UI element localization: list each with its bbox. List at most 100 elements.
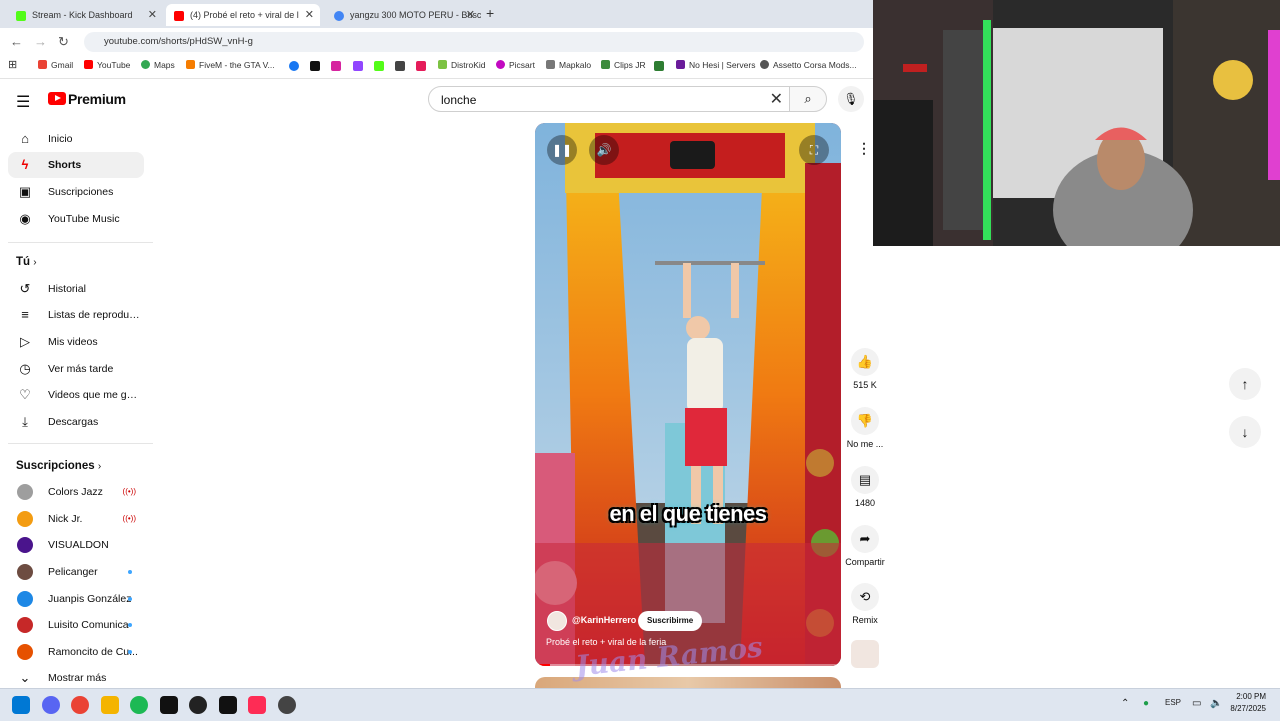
subscriptions-section-heading[interactable]: Suscripciones › — [16, 460, 101, 472]
new-tab-button[interactable]: + — [486, 5, 494, 21]
twitch-icon[interactable] — [353, 61, 363, 71]
you-section-heading[interactable]: Tú › — [16, 256, 37, 268]
avatar — [17, 591, 33, 607]
clear-search-icon[interactable]: ✕ — [770, 89, 783, 109]
subscription-visualdon[interactable]: VISUALDON — [8, 532, 144, 558]
close-tab-icon[interactable]: ✕ — [466, 4, 475, 26]
file-explorer-icon[interactable] — [101, 696, 119, 714]
avatar[interactable] — [547, 611, 567, 631]
start-icon[interactable] — [12, 696, 30, 714]
new-content-dot — [128, 597, 132, 601]
bookmark-picsart[interactable]: Picsart — [496, 60, 535, 70]
remix-button[interactable]: ⟲ Remix — [845, 583, 885, 625]
bookmark-gmail[interactable]: Gmail — [38, 60, 73, 70]
remix-label: Remix — [852, 615, 878, 625]
sidebar-item-label: Inicio — [48, 133, 73, 145]
share-button[interactable]: ➦ Compartir — [845, 525, 885, 567]
sidebar-item-suscripciones[interactable]: ▣ Suscripciones — [8, 179, 144, 205]
channel-name: Juanpis González — [48, 593, 132, 605]
comments-button[interactable]: ▤ 1480 — [845, 466, 885, 508]
bookmark-clips-jr[interactable]: Clips JR — [601, 60, 646, 70]
subscription-juanpis-gonzalez[interactable]: Juanpis González — [8, 586, 144, 612]
bookmark-fivem[interactable]: FiveM - the GTA V... — [186, 60, 275, 70]
kick-bookmark-icon[interactable] — [374, 61, 384, 71]
sidebar-item-liked-videos[interactable]: ♡ Videos que me gus... — [8, 382, 144, 408]
search-button[interactable]: ⌕ — [789, 86, 827, 112]
browser-tab-google[interactable]: yangzu 300 MOTO PERU - Busc ✕ — [326, 4, 481, 26]
display-icon[interactable]: ▭ — [1192, 698, 1201, 709]
subscribe-button[interactable]: Suscribirme — [638, 611, 703, 631]
shorts-video-player[interactable]: ❚❚ 🔊 ⛶ en el que tienes @KarinHerrero Su… — [535, 123, 841, 666]
channel-handle[interactable]: @KarinHerrero — [572, 615, 636, 625]
back-icon[interactable]: ← — [10, 34, 23, 49]
bookmark-app-icon[interactable] — [416, 61, 426, 71]
tiktok-icon[interactable] — [219, 696, 237, 714]
previous-video-button[interactable]: ↑ — [1229, 368, 1261, 400]
bookmark-assetto-corsa[interactable]: Assetto Corsa Mods... — [760, 60, 857, 70]
reload-icon[interactable]: ↻ — [58, 34, 69, 50]
sidebar-item-mis-videos[interactable]: ▷ Mis videos — [8, 329, 144, 355]
volume-icon[interactable]: 🔊 — [589, 135, 619, 165]
sidebar-item-historial[interactable]: ↺ Historial — [8, 276, 144, 302]
capcut-icon[interactable] — [160, 696, 178, 714]
subscription-luisito-comunica[interactable]: Luisito Comunica — [8, 612, 144, 638]
sidebar-item-descargas[interactable]: ⤓ Descargas — [8, 409, 144, 435]
spotify-icon[interactable] — [130, 696, 148, 714]
search-input[interactable] — [439, 92, 763, 108]
apps-grid-icon[interactable]: ⊞ — [8, 58, 17, 71]
clock[interactable]: 2:00 PM 8/27/2025 — [1230, 691, 1266, 715]
pause-icon[interactable]: ❚❚ — [547, 135, 577, 165]
tiktok-studio-icon[interactable] — [248, 696, 266, 714]
dislike-button[interactable]: 👎 No me ... — [845, 407, 885, 449]
close-tab-icon[interactable]: ✕ — [148, 4, 157, 26]
url-field[interactable]: youtube.com/shorts/pHdSW_vnH-g — [84, 32, 864, 52]
avatar — [17, 537, 33, 553]
sidebar-item-shorts[interactable]: ϟ Shorts — [8, 152, 144, 178]
browser-tab-youtube[interactable]: (4) Probé el reto + viral de l ✕ — [166, 4, 320, 26]
bookmark-maps[interactable]: Maps — [141, 60, 175, 70]
more-options-icon[interactable]: ⋮ — [857, 140, 871, 157]
chrome-icon[interactable] — [71, 696, 89, 714]
bookmark-youtube[interactable]: YouTube — [84, 60, 130, 70]
tray-chevron-icon[interactable]: ⌃ — [1121, 698, 1129, 709]
sidebar-divider — [8, 242, 153, 243]
chatgpt-icon[interactable] — [189, 696, 207, 714]
subscription-pelicanger[interactable]: Pelicanger — [8, 559, 144, 585]
menu-icon[interactable]: ☰ — [16, 92, 30, 112]
sidebar-item-ver-mas-tarde[interactable]: ◷ Ver más tarde — [8, 356, 144, 382]
tiktok-bookmark-icon[interactable] — [310, 61, 320, 71]
bookmark-no-hesi[interactable]: No Hesi | Servers — [676, 60, 755, 70]
channel-name: Pelicanger — [48, 566, 98, 578]
instagram-icon[interactable] — [331, 61, 341, 71]
volume-tray-icon[interactable]: 🔈 — [1210, 698, 1222, 709]
microphone-tray-icon[interactable]: ● — [1143, 698, 1149, 709]
my-videos-icon: ▷ — [20, 334, 30, 349]
shorts-icon: ϟ — [21, 157, 29, 172]
youtube-premium-logo[interactable]: Premium — [48, 91, 126, 109]
voice-search-button[interactable]: 🎙 — [838, 86, 864, 112]
new-content-dot — [128, 570, 132, 574]
close-tab-icon[interactable]: ✕ — [305, 4, 314, 26]
fullscreen-icon[interactable]: ⛶ — [799, 135, 829, 165]
facebook-icon[interactable] — [289, 61, 299, 71]
sound-button[interactable] — [845, 640, 885, 668]
forward-icon[interactable]: → — [34, 34, 47, 49]
playlist-icon: ≡ — [21, 307, 29, 322]
next-video-button[interactable]: ↓ — [1229, 416, 1261, 448]
browser-tab-kick[interactable]: Stream - Kick Dashboard ✕ — [8, 4, 163, 26]
sidebar-item-listas[interactable]: ≡ Listas de reproducc... — [8, 302, 144, 328]
obs-icon[interactable] — [395, 61, 405, 71]
subscription-nick-jr[interactable]: Nick Jr. ((•)) — [8, 506, 144, 532]
app-icon[interactable] — [278, 696, 296, 714]
bookmark-distrokid[interactable]: DistroKid — [438, 60, 485, 70]
sidebar-item-inicio[interactable]: ⌂ Inicio — [8, 126, 144, 152]
bookmark-app-icon[interactable] — [654, 61, 664, 71]
subscription-ramoncito[interactable]: Ramoncito de Cu... — [8, 639, 144, 665]
language-indicator[interactable]: ESP — [1165, 698, 1181, 707]
like-button[interactable]: 👍 515 K — [845, 348, 885, 390]
tab-title: Stream - Kick Dashboard — [32, 10, 133, 20]
discord-icon[interactable] — [42, 696, 60, 714]
subscription-colors-jazz[interactable]: Colors Jazz ((•)) — [8, 479, 144, 505]
sidebar-item-youtube-music[interactable]: ◉ YouTube Music — [8, 206, 144, 232]
bookmark-mapkalo[interactable]: Mapkalo — [546, 60, 591, 70]
